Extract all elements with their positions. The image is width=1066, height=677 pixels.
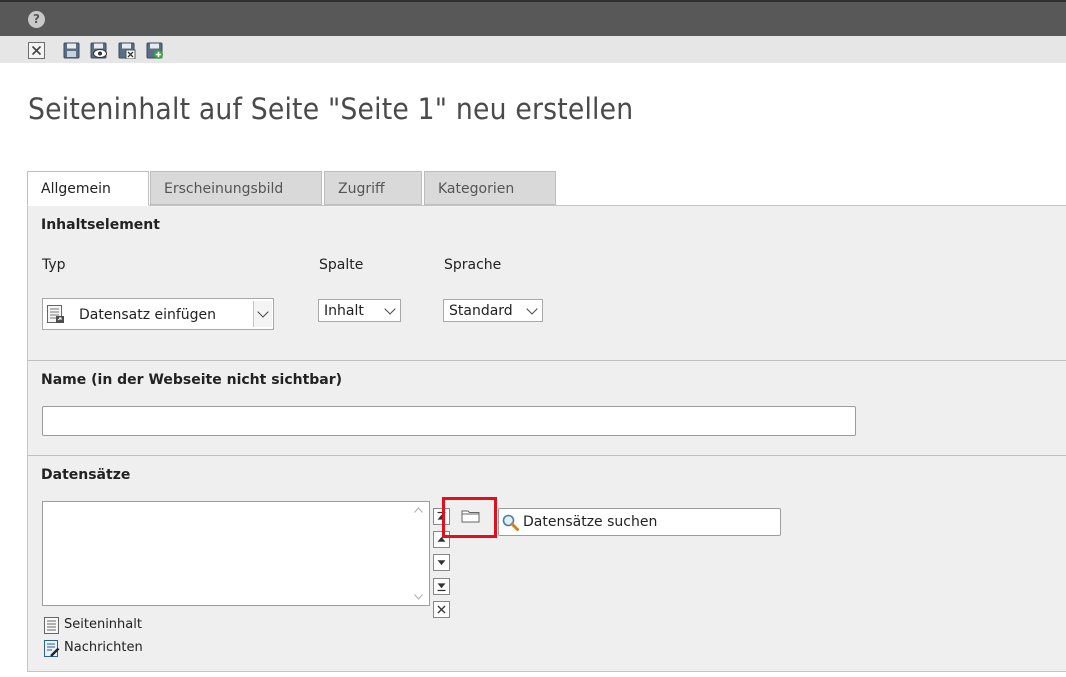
move-to-bottom-icon[interactable] <box>433 578 450 595</box>
insert-records-icon <box>47 305 64 323</box>
browse-records-highlight <box>442 497 497 538</box>
section-heading-inhaltselement: Inhaltselement <box>41 217 160 233</box>
records-search-placeholder: Datensätze suchen <box>523 514 658 530</box>
chevron-down-icon <box>526 303 538 315</box>
remove-selected-icon[interactable] <box>433 601 450 618</box>
save-icon[interactable] <box>63 42 81 59</box>
tab-erscheinungsbild[interactable]: Erscheinungsbild <box>150 171 322 205</box>
news-icon <box>44 640 60 657</box>
save-close-icon[interactable] <box>118 42 136 59</box>
move-down-icon[interactable] <box>433 554 450 571</box>
records-search-input[interactable]: Datensätze suchen <box>498 508 781 536</box>
spalte-select[interactable]: Inhalt <box>318 299 401 322</box>
scroll-up-icon[interactable] <box>414 507 423 513</box>
chevron-down-icon <box>257 306 269 318</box>
allowed-table-label: Seiteninhalt <box>64 617 142 632</box>
page-title: Seiteninhalt auf Seite "Seite 1" neu ers… <box>28 92 634 126</box>
section-divider <box>28 455 1066 456</box>
section-heading-name: Name (in der Webseite nicht sichtbar) <box>41 372 343 388</box>
typ-select-value: Datensatz einfügen <box>79 307 217 323</box>
page-content-icon <box>44 617 59 634</box>
typ-label: Typ <box>42 257 66 273</box>
tab-allgemein[interactable]: Allgemein <box>27 171 149 206</box>
typ-select[interactable]: Datensatz einfügen <box>42 298 274 330</box>
save-new-icon[interactable] <box>146 42 164 59</box>
spalte-label: Spalte <box>319 257 364 273</box>
records-list[interactable] <box>42 501 430 606</box>
tab-kategorien[interactable]: Kategorien <box>424 171 556 205</box>
sprache-select-value: Standard <box>449 303 513 319</box>
close-icon[interactable] <box>28 42 46 59</box>
tab-zugriff[interactable]: Zugriff <box>324 171 422 205</box>
section-heading-datensaetze: Datensätze <box>41 467 131 483</box>
section-divider <box>28 360 1066 361</box>
name-field[interactable] <box>42 406 856 436</box>
top-bar: ? <box>0 0 1066 36</box>
search-icon <box>502 514 519 531</box>
allowed-table-label: Nachrichten <box>64 640 143 655</box>
sprache-select[interactable]: Standard <box>443 299 543 322</box>
chevron-down-icon <box>384 303 396 315</box>
scroll-down-icon[interactable] <box>414 594 423 600</box>
document-toolbar <box>0 36 1066 63</box>
help-icon[interactable]: ? <box>28 11 45 28</box>
typ-select-arrow[interactable] <box>253 301 272 327</box>
sprache-label: Sprache <box>444 257 502 273</box>
spalte-select-value: Inhalt <box>324 303 364 319</box>
save-view-icon[interactable] <box>90 42 108 59</box>
